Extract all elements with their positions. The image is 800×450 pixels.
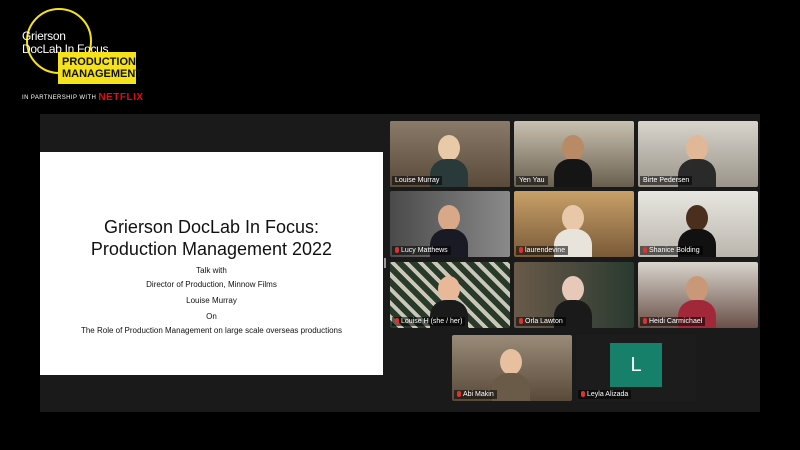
participant-body xyxy=(492,373,530,401)
video-tile[interactable]: Birte Pedersen xyxy=(638,121,758,187)
participant-head xyxy=(438,276,460,302)
participant-head xyxy=(438,135,460,161)
video-tile[interactable]: Shanice Bolding xyxy=(638,191,758,257)
participant-name: laurendevine xyxy=(516,246,569,255)
muted-mic-icon xyxy=(519,318,523,325)
participant-name: Louise Murray xyxy=(392,176,443,185)
logo-badge: PRODUCTION MANAGEMENT xyxy=(58,52,143,84)
participant-name: Lucy Matthews xyxy=(392,246,451,255)
slide-title-line-1: Grierson DocLab In Focus: xyxy=(103,217,320,237)
participant-name: Shanice Bolding xyxy=(640,246,703,255)
video-tile[interactable]: Abi Makin xyxy=(452,335,572,401)
slide-line-5: The Role of Production Management on lar… xyxy=(80,326,343,335)
slide-line-1: Talk with xyxy=(196,266,227,275)
participant-head xyxy=(686,205,708,231)
participant-name: Leyla Alizada xyxy=(578,390,632,399)
muted-mic-icon xyxy=(643,247,647,254)
video-tile[interactable]: Heidi Carmichael xyxy=(638,262,758,328)
muted-mic-icon xyxy=(457,391,461,398)
participant-name: Orla Lawton xyxy=(516,317,566,326)
participant-avatar: L xyxy=(610,343,662,387)
participant-head xyxy=(562,205,584,231)
video-tile[interactable]: Louise H (she / her) xyxy=(390,262,510,328)
participant-video xyxy=(554,135,592,187)
participant-name: Louise H (she / her) xyxy=(392,317,466,326)
muted-mic-icon xyxy=(395,318,399,325)
slide-line-4: On xyxy=(206,312,217,321)
participant-body xyxy=(554,159,592,187)
video-tile[interactable]: Yen Yau xyxy=(514,121,634,187)
slide-title-line-2: Production Management 2022 xyxy=(90,239,333,259)
partner-credit: IN PARTNERSHIP WITH NETFLIX xyxy=(22,92,144,103)
participant-head xyxy=(500,349,522,375)
slide-title: Grierson DocLab In Focus: Production Man… xyxy=(40,216,383,260)
muted-mic-icon xyxy=(519,247,523,254)
video-tile[interactable]: Louise Murray xyxy=(390,121,510,187)
participant-head xyxy=(562,276,584,302)
partner-text: IN PARTNERSHIP WITH xyxy=(22,95,97,102)
muted-mic-icon xyxy=(643,318,647,325)
video-tile[interactable]: Lucy Matthews xyxy=(390,191,510,257)
participant-name: Abi Makin xyxy=(454,390,497,399)
muted-mic-icon xyxy=(395,247,399,254)
badge-line-2: MANAGEMENT xyxy=(62,68,143,80)
video-tile[interactable]: Orla Lawton xyxy=(514,262,634,328)
participant-video xyxy=(492,349,530,401)
badge-line-1: PRODUCTION xyxy=(62,56,136,68)
participant-head xyxy=(686,276,708,302)
participant-name: Heidi Carmichael xyxy=(640,317,706,326)
video-tile[interactable]: L Leyla Alizada xyxy=(576,335,696,401)
participant-head xyxy=(562,135,584,161)
split-view-divider[interactable] xyxy=(384,258,386,268)
participant-name: Yen Yau xyxy=(516,176,548,185)
muted-mic-icon xyxy=(581,391,585,398)
participant-head xyxy=(686,135,708,161)
video-tile[interactable]: laurendevine xyxy=(514,191,634,257)
shared-screen-slide: Grierson DocLab In Focus: Production Man… xyxy=(40,152,383,375)
slide-line-2: Director of Production, Minnow Films xyxy=(146,280,277,289)
participant-head xyxy=(438,205,460,231)
slide-line-3: Louise Murray xyxy=(186,296,237,305)
participant-name: Birte Pedersen xyxy=(640,176,693,185)
partner-brand: NETFLIX xyxy=(98,92,144,103)
